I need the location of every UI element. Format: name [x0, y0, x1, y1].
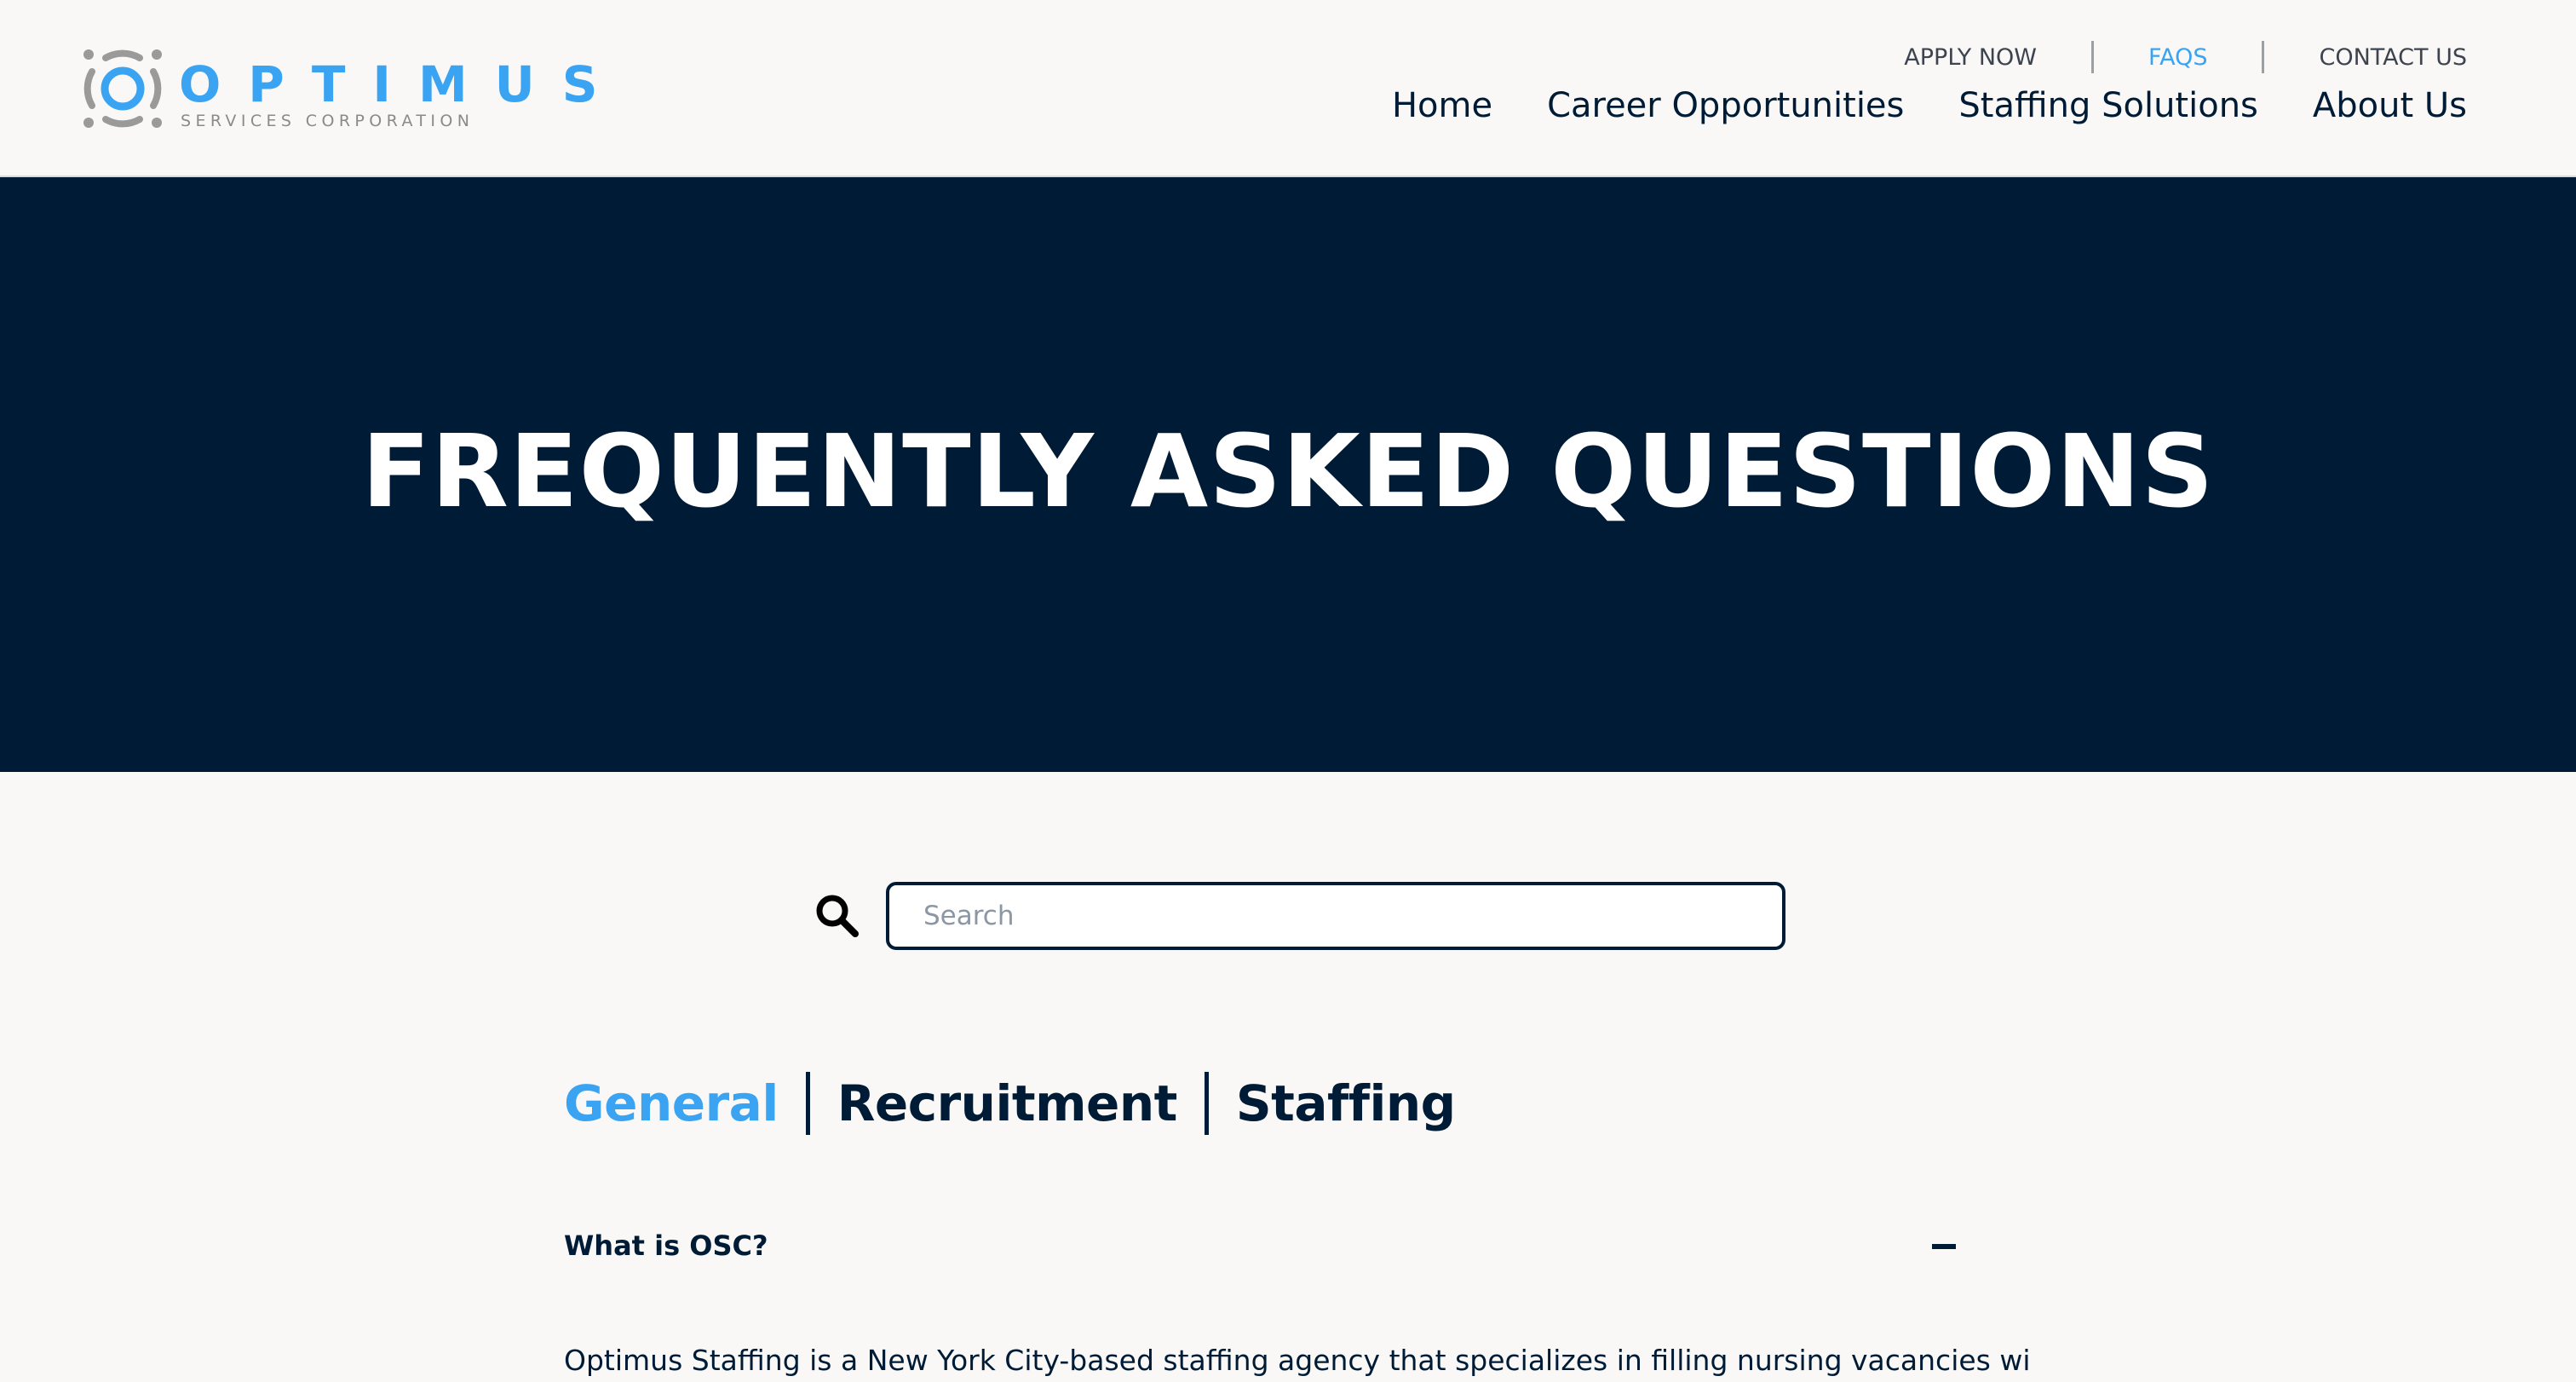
nav-career-opportunities[interactable]: Career Opportunities — [1547, 89, 1904, 123]
logo-wordmark: OPTIMUS — [179, 55, 625, 113]
search-input[interactable] — [886, 882, 1785, 950]
util-divider — [2262, 41, 2265, 73]
hero-banner: FREQUENTLY ASKED QUESTIONS — [0, 177, 2576, 772]
logo-tagline: SERVICES CORPORATION — [181, 112, 474, 130]
faq-question[interactable]: What is OSC? — [564, 1232, 768, 1259]
tab-staffing[interactable]: Staffing — [1236, 1079, 1456, 1128]
nav-about-us[interactable]: About Us — [2313, 89, 2467, 123]
logo[interactable]: OPTIMUS SERVICES CORPORATION — [80, 44, 598, 138]
util-link-faqs[interactable]: FAQS — [2148, 44, 2207, 71]
minus-bar — [1932, 1244, 1956, 1249]
minus-icon[interactable] — [1930, 1233, 1958, 1260]
utility-nav: APPLY NOW FAQS CONTACT US — [1904, 41, 2467, 73]
util-divider — [2091, 41, 2095, 73]
main-nav: Home Career Opportunities Staffing Solut… — [1392, 89, 2467, 123]
util-link-contact-us[interactable]: CONTACT US — [2319, 44, 2467, 71]
faq-answer: Optimus Staffing is a New York City-base… — [564, 1344, 2029, 1377]
tab-recruitment[interactable]: Recruitment — [837, 1079, 1178, 1128]
site-header: OPTIMUS SERVICES CORPORATION APPLY NOW F… — [0, 0, 2576, 177]
faq-category-tabs: General Recruitment Staffing — [564, 1071, 1456, 1136]
tab-divider — [805, 1072, 810, 1135]
search-icon[interactable] — [814, 893, 860, 939]
tab-general[interactable]: General — [564, 1079, 779, 1128]
nav-staffing-solutions[interactable]: Staffing Solutions — [1958, 89, 2258, 123]
util-link-apply-now[interactable]: APPLY NOW — [1904, 44, 2037, 71]
nav-home[interactable]: Home — [1392, 89, 1492, 123]
page-title: FREQUENTLY ASKED QUESTIONS — [361, 412, 2215, 530]
logo-mark-icon — [83, 49, 162, 128]
tab-divider — [1204, 1072, 1209, 1135]
